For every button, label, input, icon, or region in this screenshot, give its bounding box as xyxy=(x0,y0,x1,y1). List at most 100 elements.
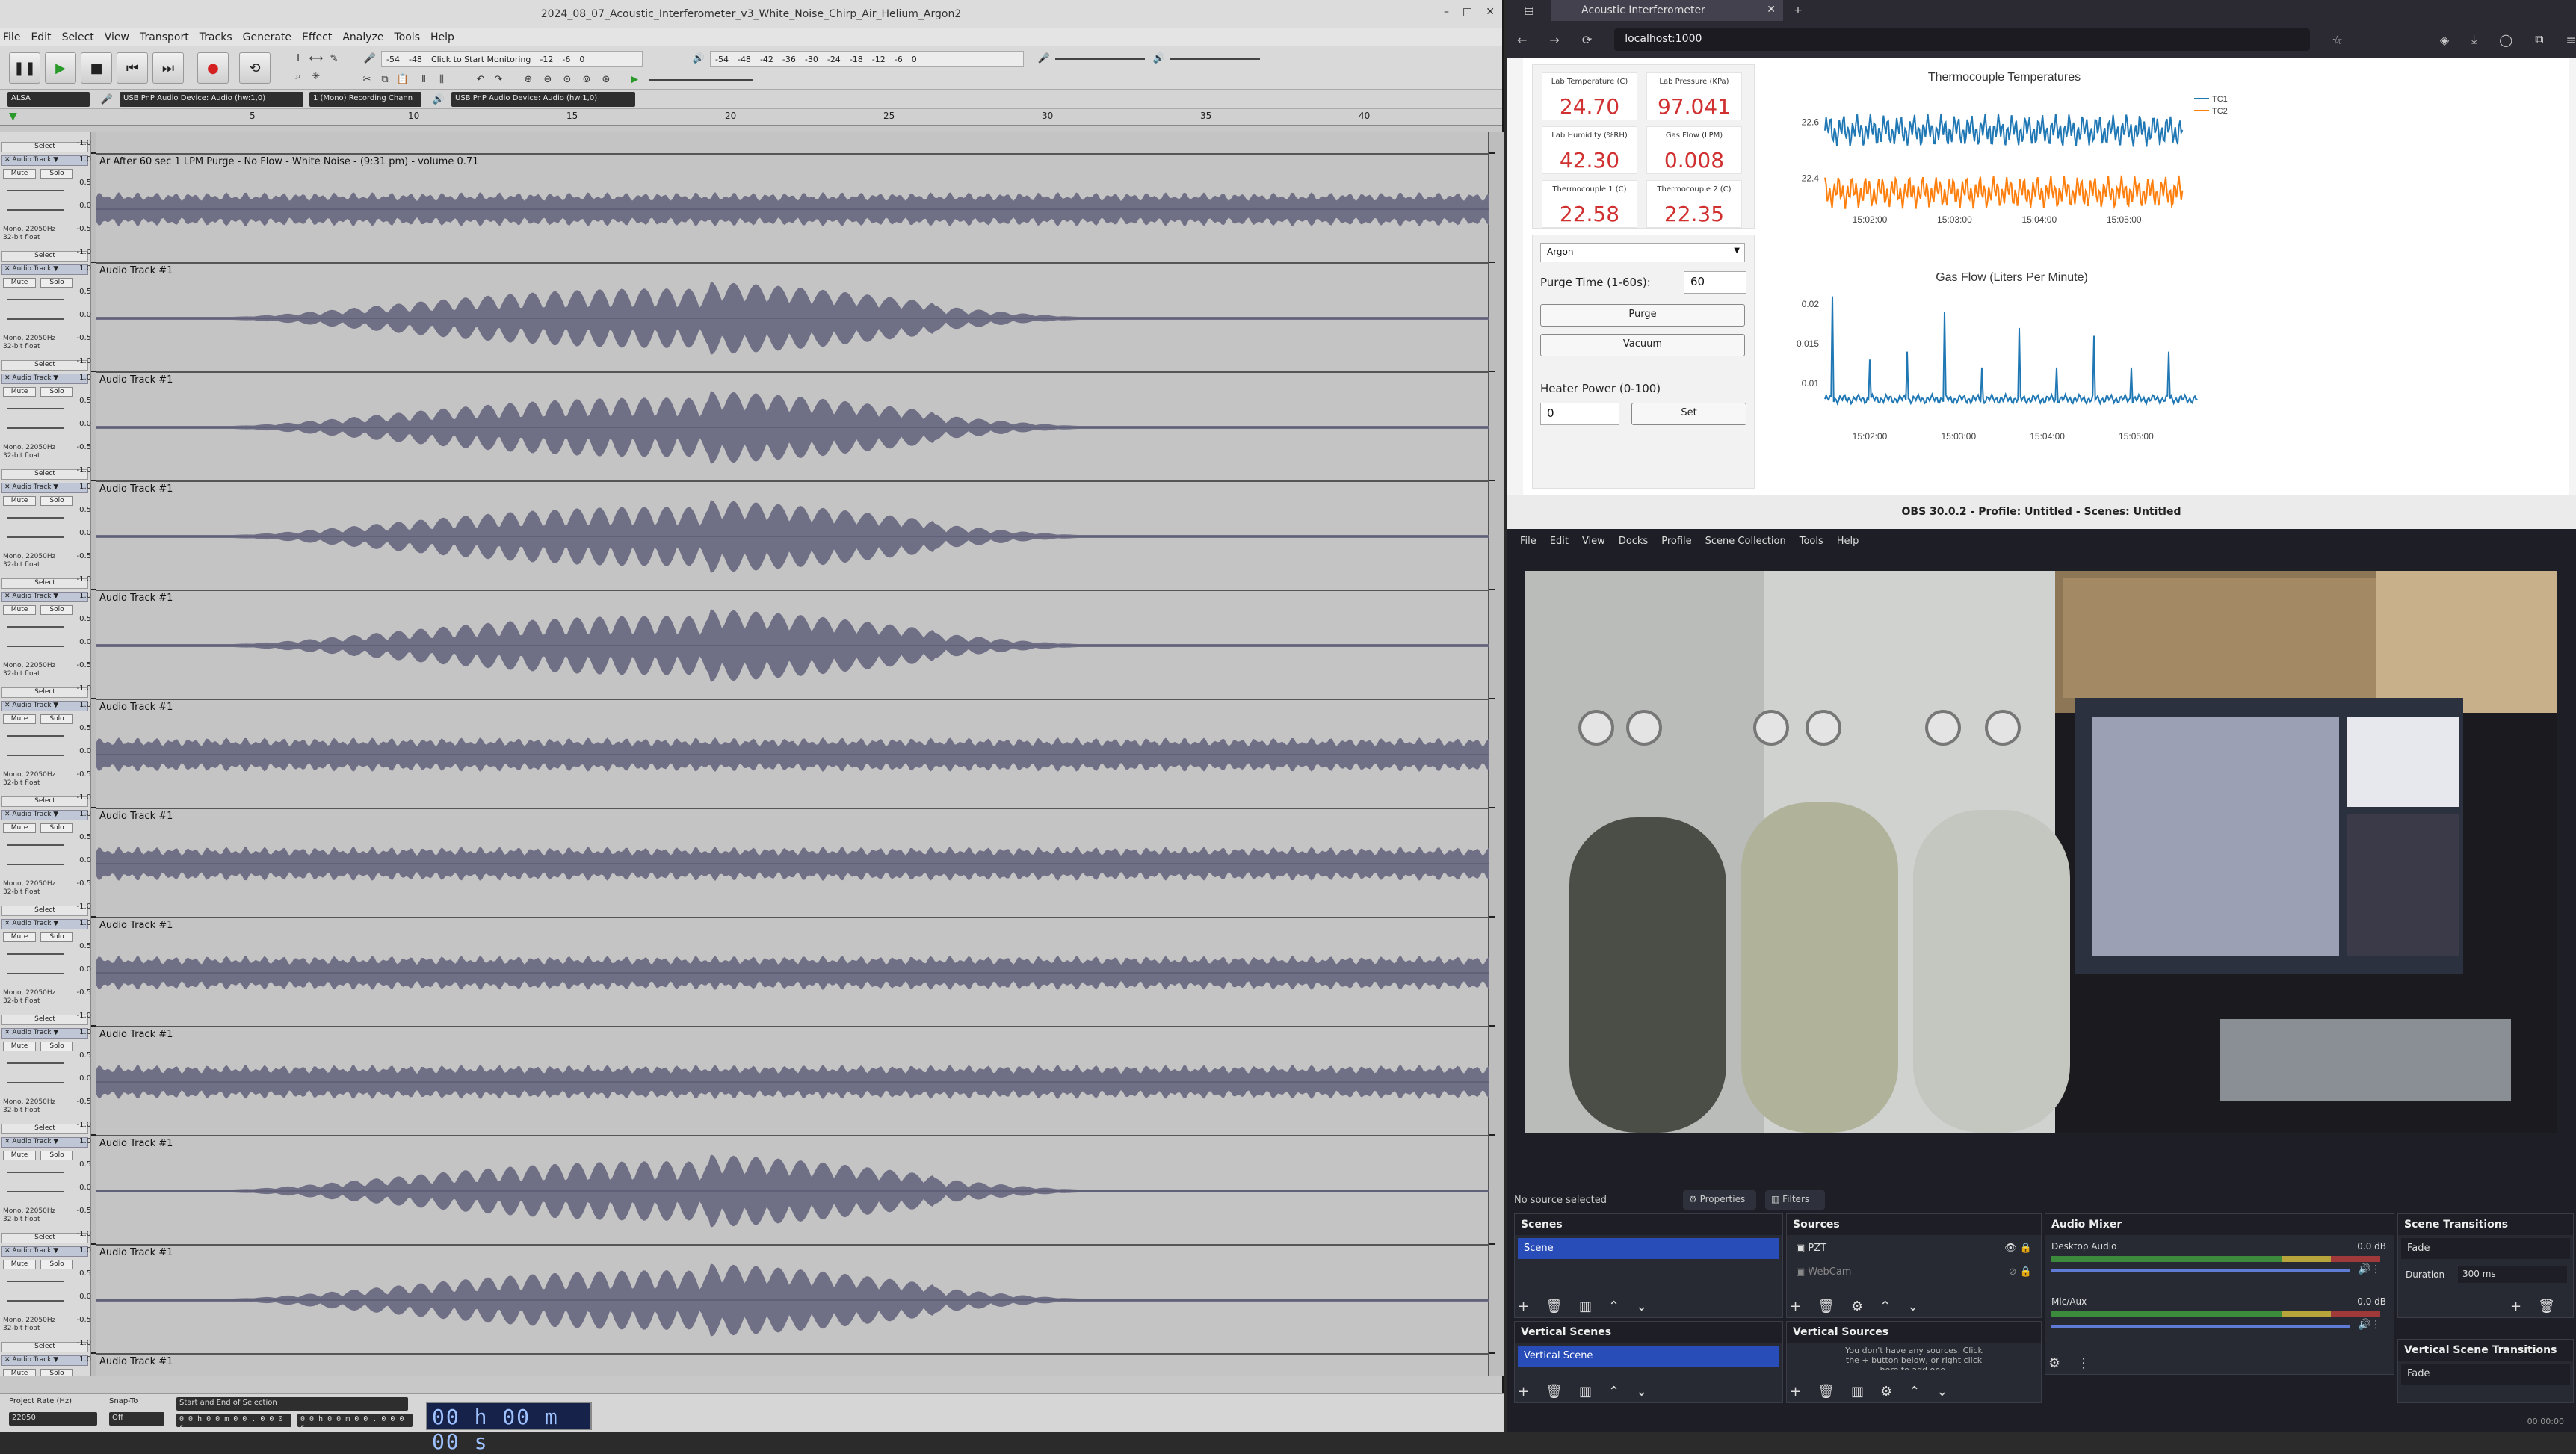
pan-slider[interactable] xyxy=(7,1191,64,1192)
snap-select[interactable]: Off xyxy=(109,1412,164,1426)
fit-project-icon[interactable]: ⊚ xyxy=(578,72,595,87)
remove-icon[interactable]: 🗑 xyxy=(1817,1299,1835,1314)
tab-close-icon[interactable]: ✕ xyxy=(1767,4,1776,16)
selection-start-time[interactable]: 0 0 h 0 0 m 0 0 . 0 0 0 s xyxy=(176,1414,291,1432)
recording-channels-select[interactable]: 1 (Mono) Recording Chann xyxy=(309,92,421,107)
waveform-clip[interactable] xyxy=(96,132,1489,154)
account-icon[interactable]: ◯ xyxy=(2499,33,2512,47)
tab-overview-icon[interactable]: ▤ xyxy=(1507,4,1551,16)
minimize-icon[interactable]: – xyxy=(1444,6,1449,18)
download-icon[interactable]: ⤓ xyxy=(2471,32,2477,47)
filter-icon[interactable]: ▥ xyxy=(1851,1384,1864,1399)
trim-icon[interactable]: ⫴ xyxy=(416,72,432,87)
clip-name[interactable]: Audio Track #1 xyxy=(99,1138,173,1149)
speaker-icon[interactable]: 🔊⋮ xyxy=(2358,1263,2381,1275)
menu-generate[interactable]: Generate xyxy=(243,31,291,43)
obs-menu-tools[interactable]: Tools xyxy=(1800,536,1823,547)
multi-tool-icon[interactable]: ✳ xyxy=(308,69,324,84)
close-icon[interactable]: ✕ xyxy=(1486,6,1495,18)
selection-tool-icon[interactable]: I xyxy=(290,51,306,66)
add-icon[interactable]: + xyxy=(1518,1299,1529,1314)
envelope-tool-icon[interactable]: ⟷ xyxy=(308,51,324,66)
remove-icon[interactable]: 🗑 xyxy=(1817,1384,1835,1399)
gain-slider[interactable] xyxy=(7,953,64,955)
clip-name[interactable]: Audio Track #1 xyxy=(99,374,173,386)
source-item-webcam[interactable]: ▣ WebCam ⊘ 🔒 xyxy=(1790,1262,2038,1283)
url-bar[interactable]: localhost:1000 xyxy=(1614,28,2310,51)
mute-button[interactable]: Mute xyxy=(3,1151,36,1160)
gain-slider[interactable] xyxy=(7,1172,64,1173)
record-meter[interactable]: -54 -48 Click to Start Monitoring -12 -6… xyxy=(381,51,643,67)
recording-device-select[interactable]: USB PnP Audio Device: Audio (hw:1,0) xyxy=(120,92,303,107)
properties-button[interactable]: ⚙ Properties xyxy=(1683,1190,1756,1210)
gain-slider[interactable] xyxy=(7,626,64,628)
back-icon[interactable]: ← xyxy=(1517,33,1527,47)
down-icon[interactable]: ⌄ xyxy=(1636,1384,1647,1399)
solo-button[interactable]: Solo xyxy=(40,932,73,942)
waveform-clip[interactable]: Audio Track #1 xyxy=(96,372,1489,481)
obs-preview[interactable] xyxy=(1525,571,2557,1133)
pan-slider[interactable] xyxy=(7,427,64,429)
solo-button[interactable]: Solo xyxy=(40,1260,73,1269)
tab-acoustic-interferometer[interactable]: Acoustic Interferometer ✕ xyxy=(1551,0,1783,21)
obs-menu-help[interactable]: Help xyxy=(1837,536,1859,547)
solo-button[interactable]: Solo xyxy=(40,823,73,833)
clip-name[interactable]: Audio Track #1 xyxy=(99,920,173,931)
redo-icon[interactable]: ↷ xyxy=(490,72,507,87)
silence-icon[interactable]: ⫼ xyxy=(433,72,450,87)
pan-slider[interactable] xyxy=(7,209,64,211)
menu-icon[interactable]: ≡ xyxy=(2566,33,2576,47)
down-icon[interactable]: ⌄ xyxy=(1907,1299,1918,1314)
menu-view[interactable]: View xyxy=(105,31,129,43)
play-at-speed-icon[interactable]: ▶ xyxy=(626,72,643,87)
visibility-icon[interactable]: 👁 🔒 xyxy=(2004,1243,2032,1254)
up-icon[interactable]: ⌃ xyxy=(1608,1384,1619,1399)
purge-button[interactable]: Purge xyxy=(1540,304,1745,327)
obs-menu-file[interactable]: File xyxy=(1520,536,1536,547)
desktop-audio-slider[interactable] xyxy=(2051,1269,2350,1272)
waveform-clip[interactable]: Audio Track #1 xyxy=(96,1354,1489,1376)
menu-tools[interactable]: Tools xyxy=(395,31,421,43)
clip-name[interactable]: Audio Track #1 xyxy=(99,811,173,822)
playback-device-select[interactable]: USB PnP Audio Device: Audio (hw:1,0) xyxy=(451,92,635,107)
audio-track[interactable]: ✕ Audio Track ▼ Mute Solo Mono, 22050Hz3… xyxy=(0,1245,1495,1354)
timeline-play-icon[interactable]: ▼ xyxy=(9,111,17,123)
gain-slider[interactable] xyxy=(7,190,64,191)
transition-select[interactable]: Fade xyxy=(2401,1238,2570,1259)
mute-button[interactable]: Mute xyxy=(3,1260,36,1269)
filter-icon[interactable]: ▥ xyxy=(1579,1384,1592,1399)
timeline-ruler[interactable]: ▼ 5 10 15 20 25 30 35 40 xyxy=(0,109,1502,126)
menu-effect[interactable]: Effect xyxy=(302,31,332,43)
play-button[interactable]: ▶ xyxy=(45,52,76,84)
extensions-icon[interactable]: ⧉ xyxy=(2535,32,2543,47)
new-tab-icon[interactable]: + xyxy=(1783,4,1813,16)
playback-volume-slider[interactable] xyxy=(1170,58,1260,60)
record-button[interactable]: ● xyxy=(197,52,229,84)
duration-input[interactable]: 300 ms xyxy=(2458,1266,2567,1283)
pan-slider[interactable] xyxy=(7,536,64,538)
remove-icon[interactable]: 🗑 xyxy=(2538,1299,2555,1314)
waveform-clip[interactable]: Audio Track #1 xyxy=(96,1136,1489,1245)
solo-button[interactable]: Solo xyxy=(40,1151,73,1160)
add-icon[interactable]: + xyxy=(1790,1384,1801,1399)
clip-name[interactable]: Ar After 60 sec 1 LPM Purge - No Flow - … xyxy=(99,156,478,167)
menu-help[interactable]: Help xyxy=(430,31,454,43)
bookmark-icon[interactable]: ☆ xyxy=(2332,33,2343,47)
obs-menu-edit[interactable]: Edit xyxy=(1550,536,1569,547)
pan-slider[interactable] xyxy=(7,1082,64,1083)
audio-position-display[interactable]: 00 h 00 m 00 s xyxy=(426,1402,592,1454)
forward-icon[interactable]: → xyxy=(1549,33,1559,47)
monitor-text[interactable]: Click to Start Monitoring xyxy=(431,55,531,64)
audio-track[interactable]: ✕ Audio Track ▼ Mute Solo Mono, 22050Hz3… xyxy=(0,372,1495,481)
solo-button[interactable]: Solo xyxy=(40,605,73,615)
waveform-clip[interactable]: Audio Track #1 xyxy=(96,699,1489,808)
gain-slider[interactable] xyxy=(7,299,64,300)
clip-name[interactable]: Audio Track #1 xyxy=(99,702,173,713)
filters-button[interactable]: ▥ Filters xyxy=(1765,1190,1825,1210)
gain-slider[interactable] xyxy=(7,1062,64,1064)
gear-icon[interactable]: ⚙ xyxy=(2048,1355,2060,1371)
zoom-out-icon[interactable]: ⊖ xyxy=(540,72,556,87)
cut-icon[interactable]: ✂ xyxy=(359,72,375,87)
waveform-clip[interactable]: Audio Track #1 xyxy=(96,1027,1489,1136)
gain-slider[interactable] xyxy=(7,1281,64,1282)
